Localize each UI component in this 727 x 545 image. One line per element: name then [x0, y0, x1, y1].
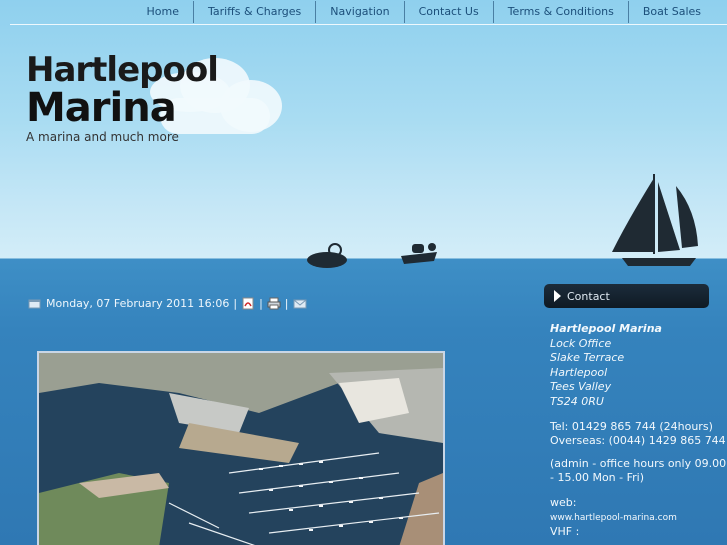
boats-illustration	[307, 174, 698, 268]
website-link[interactable]: www.hartlepool-marina.com	[550, 511, 726, 526]
contact-heading: Contact	[567, 289, 610, 303]
article-date: Monday, 07 February 2011 16:06	[46, 297, 230, 310]
calendar-icon	[28, 299, 41, 309]
logo-subtitle: Marina	[26, 85, 177, 131]
pdf-icon[interactable]	[241, 297, 255, 310]
office-hours-cont: - 15.00 Mon - Fri)	[550, 471, 645, 485]
address-line: Slake Terrace	[550, 351, 625, 365]
jetski-icon	[401, 243, 437, 264]
address-line: Lock Office	[550, 336, 612, 350]
nav-divider	[10, 24, 727, 25]
contact-heading-bar[interactable]: Contact	[544, 284, 709, 308]
play-arrow-icon	[554, 290, 561, 302]
nav-home[interactable]: Home	[132, 1, 192, 23]
speedboat-icon	[307, 243, 347, 268]
nav-terms[interactable]: Terms & Conditions	[492, 1, 628, 23]
nav-boat-sales[interactable]: Boat Sales	[627, 1, 715, 23]
telephone: Tel: 01429 865 744 (24hours)	[550, 419, 713, 433]
email-icon[interactable]	[293, 297, 307, 310]
site-logo[interactable]: Hartlepool Marina A marina and much more	[26, 50, 219, 144]
nav-tariffs[interactable]: Tariffs & Charges	[192, 1, 315, 23]
logo-title: Hartlepool	[26, 50, 219, 90]
print-icon[interactable]	[267, 297, 281, 310]
logo-tagline: A marina and much more	[26, 130, 179, 144]
web-label: web:	[550, 495, 577, 509]
sailing-ship-icon	[612, 174, 698, 266]
address-name: Hartlepool Marina	[550, 322, 662, 335]
marina-aerial-photo	[37, 351, 445, 545]
vhf-label: VHF :	[550, 525, 580, 539]
nav-navigation[interactable]: Navigation	[315, 1, 403, 23]
office-hours: (admin - office hours only 09.00	[550, 456, 727, 470]
top-nav: Home Tariffs & Charges Navigation Contac…	[132, 0, 715, 25]
address-line: Hartlepool	[550, 365, 608, 379]
overseas-telephone: Overseas: (0044) 1429 865 744	[550, 434, 726, 448]
nav-contact-us[interactable]: Contact Us	[403, 1, 493, 23]
contact-details: Hartlepool Marina Lock Office Slake Terr…	[550, 322, 726, 540]
address-line: TS24 0RU	[550, 394, 604, 408]
article-meta: Monday, 07 February 2011 16:06 | | |	[28, 297, 307, 310]
address-line: Tees Valley	[550, 380, 612, 394]
